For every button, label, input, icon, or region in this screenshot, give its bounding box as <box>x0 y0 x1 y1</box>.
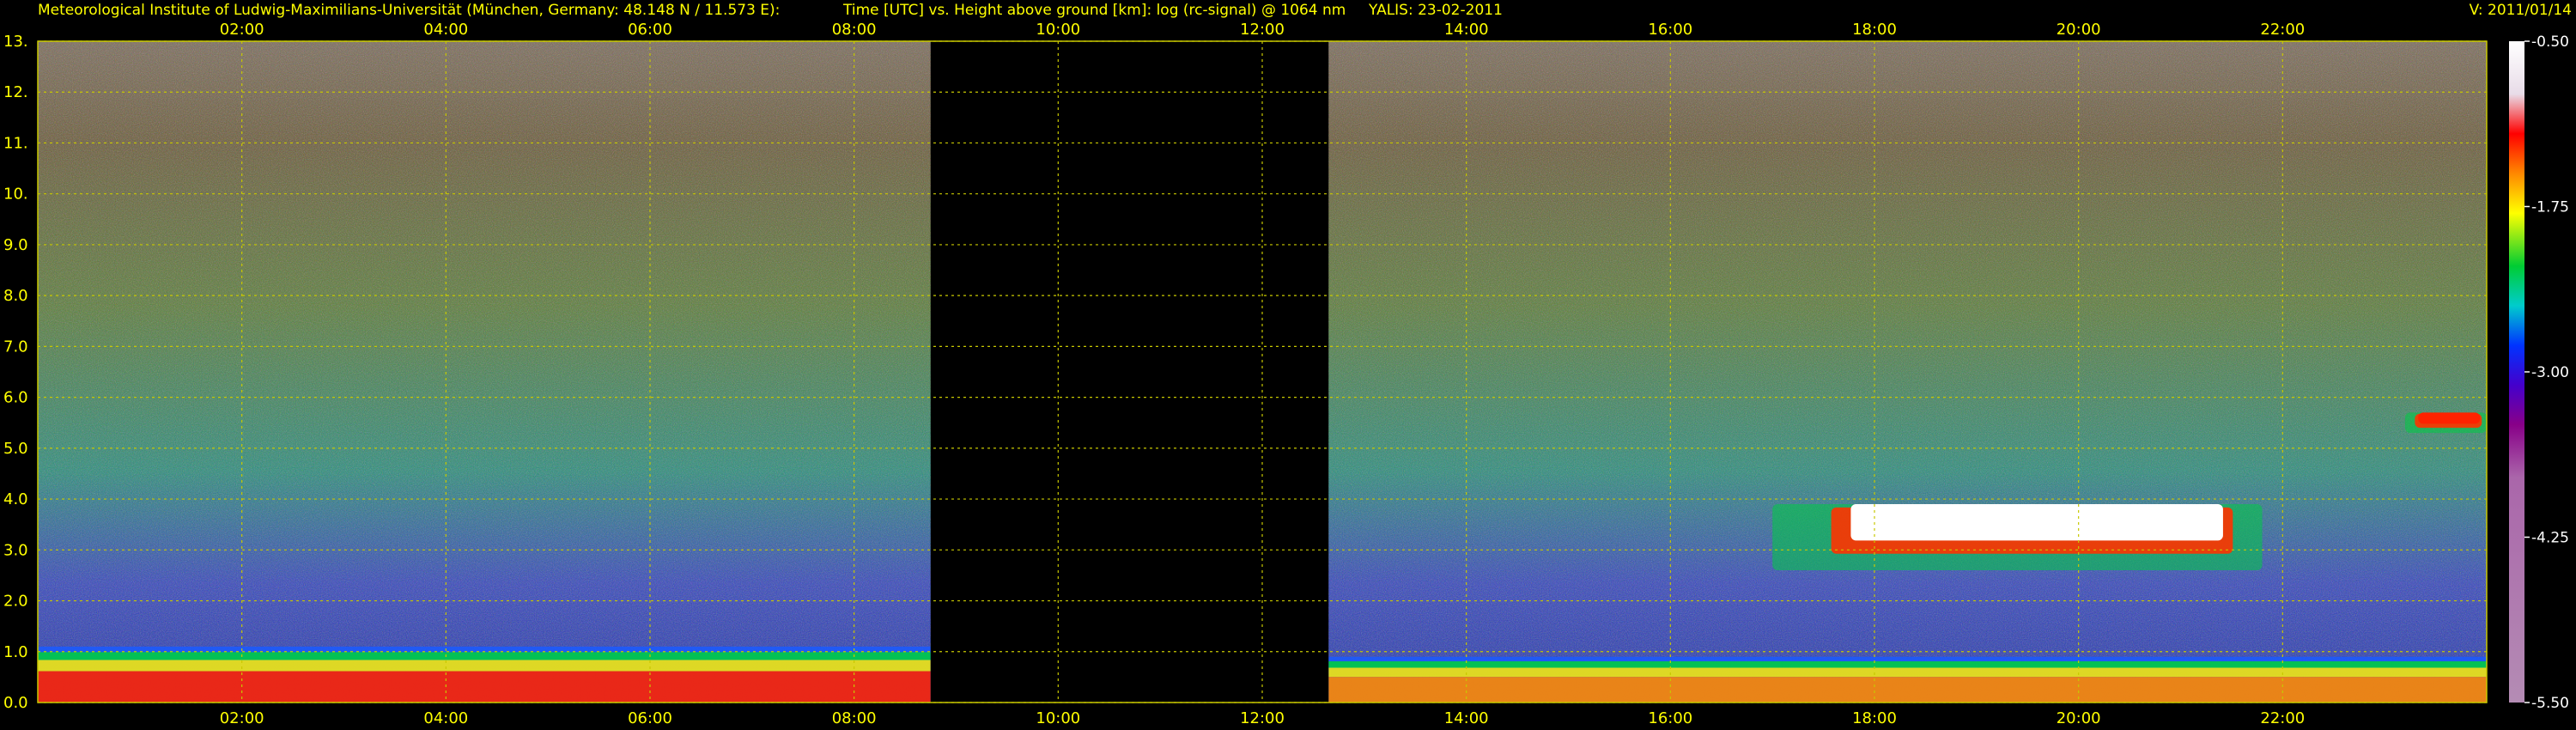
feature-boundary-layer-mid <box>38 660 931 672</box>
x-tick-label-top: 10:00 <box>1036 21 1080 39</box>
y-tick-label: 8.0 <box>3 287 28 305</box>
x-tick-label-bottom: 04:00 <box>423 709 468 727</box>
x-tick-label-bottom: 08:00 <box>832 709 877 727</box>
y-tick-label: 2.0 <box>3 593 28 611</box>
data-gap <box>930 41 1329 703</box>
feature-boundary-layer-top <box>1328 661 2487 668</box>
x-tick-label-bottom: 06:00 <box>628 709 672 727</box>
y-tick-label: 3.0 <box>3 541 28 559</box>
x-tick-label-top: 22:00 <box>2260 21 2305 39</box>
y-tick-label: 9.0 <box>3 236 28 254</box>
colorbar-tick-label: -5.50 <box>2531 695 2569 712</box>
x-tick-label-top: 06:00 <box>628 21 672 39</box>
x-tick-label-top: 08:00 <box>832 21 877 39</box>
x-tick-label-top: 16:00 <box>1648 21 1692 39</box>
colorbar-tick-label: -4.25 <box>2531 530 2569 547</box>
x-tick-label-bottom: 16:00 <box>1648 709 1692 727</box>
x-tick-label-top: 02:00 <box>220 21 264 39</box>
x-tick-label-bottom: 22:00 <box>2260 709 2305 727</box>
y-tick-label: 12. <box>3 83 28 101</box>
x-tick-label-bottom: 20:00 <box>2057 709 2101 727</box>
lidar-heatmap-chart: 02:00 02:00 04:00 04:00 06:00 06:00 08:00 08:00… <box>0 0 2576 730</box>
colorbar-tick-label: -1.75 <box>2531 199 2569 216</box>
y-tick-label: 4.0 <box>3 490 28 508</box>
feature-boundary-layer-core <box>38 671 931 703</box>
x-tick-label-bottom: 12:00 <box>1240 709 1285 727</box>
feature-cloud-layer-core <box>1850 504 2223 541</box>
feature-boundary-layer-top <box>38 652 931 660</box>
y-tick-label: 6.0 <box>3 389 28 407</box>
x-tick-label-top: 12:00 <box>1240 21 1285 39</box>
y-tick-label: 5.0 <box>3 440 28 458</box>
x-tick-label-bottom: 18:00 <box>1852 709 1897 727</box>
y-tick-label: 0.0 <box>3 694 28 712</box>
x-tick-label-bottom: 14:00 <box>1444 709 1489 727</box>
x-tick-label-top: 18:00 <box>1852 21 1897 39</box>
feature-boundary-layer-mid <box>1328 667 2487 678</box>
y-tick-label: 13. <box>3 33 28 51</box>
feature-boundary-layer-core <box>1328 677 2487 703</box>
x-tick-label-top: 04:00 <box>423 21 468 39</box>
feature-cloud-layer-core <box>2418 412 2481 424</box>
y-tick-label: 10. <box>3 186 28 204</box>
x-tick-label-bottom: 02:00 <box>220 709 264 727</box>
y-tick-label: 1.0 <box>3 643 28 661</box>
x-tick-label-top: 20:00 <box>2057 21 2101 39</box>
y-tick-label: 11. <box>3 134 28 152</box>
colorbar <box>2509 41 2524 703</box>
y-tick-label: 7.0 <box>3 338 28 356</box>
x-tick-label-bottom: 10:00 <box>1036 709 1080 727</box>
colorbar-tick-label: -0.50 <box>2531 33 2569 51</box>
colorbar-tick-label: -3.00 <box>2531 364 2569 381</box>
x-tick-label-top: 14:00 <box>1444 21 1489 39</box>
